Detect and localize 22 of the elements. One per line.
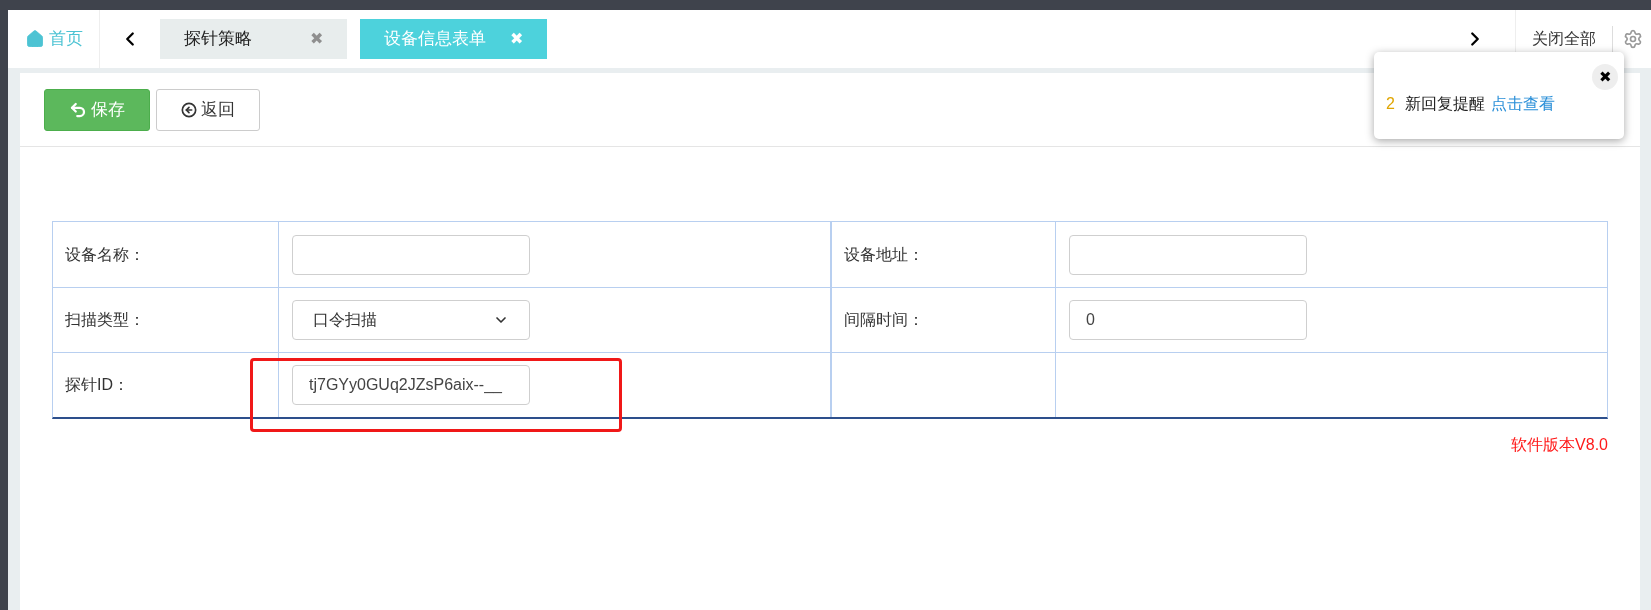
back-button[interactable]: 返回 [156,88,260,131]
select-field[interactable]: 口令扫描 [292,300,530,340]
input-field[interactable]: 0 [1069,300,1307,340]
notification-text: 新回复提醒 [1404,94,1485,114]
close-all-button[interactable]: 关闭全部 [1516,27,1612,51]
field-label: 扫描类型： [65,310,145,330]
field-label: 设备地址： [844,244,924,265]
field-label: 间隔时间： [844,310,924,330]
undo-icon [69,100,87,119]
input-field[interactable] [292,234,530,275]
input-field[interactable]: tj7GYy0GUq2JZsP6aix--__ [292,365,530,405]
view-link[interactable]: 点击查看 [1490,92,1555,116]
field-label: 设备名称： [65,244,145,265]
settings-icon [1623,29,1643,49]
input-field[interactable] [1069,234,1307,275]
tab[interactable]: 探针策略 ✖ [160,19,347,59]
home-icon [24,29,45,49]
field-label: 探针ID： [65,375,129,395]
version-text: 软件版本V8.0 [1511,435,1608,455]
back-icon [181,101,197,118]
close-button[interactable]: ✖ [1592,64,1618,90]
count-text: 2 [1386,94,1395,114]
